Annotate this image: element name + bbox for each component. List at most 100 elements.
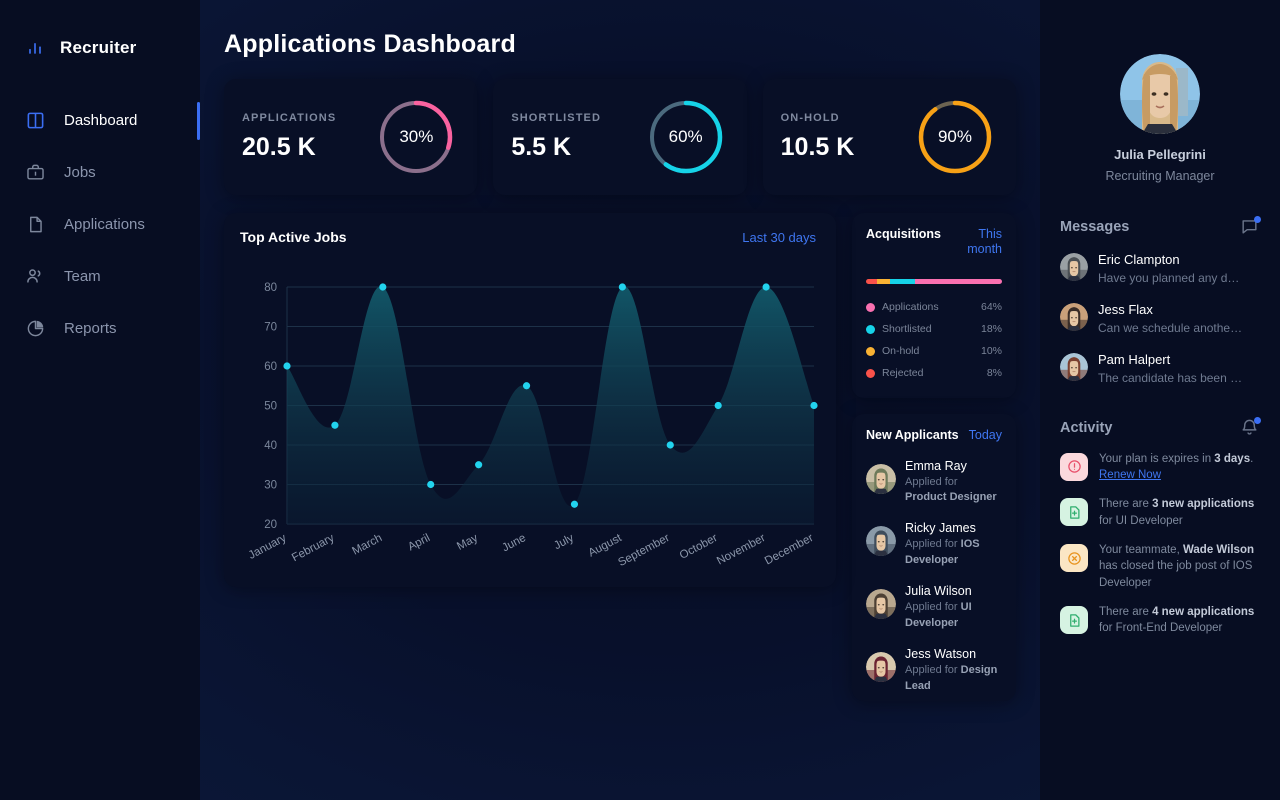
svg-text:September: September — [616, 532, 671, 569]
avatar[interactable] — [1120, 54, 1200, 134]
donut-chart-shortlisted: 60% — [647, 98, 725, 176]
chart-title: Top Active Jobs — [240, 229, 347, 245]
applicant-item[interactable]: Emma Ray Applied for Product Designer — [866, 458, 1002, 507]
svg-text:50: 50 — [264, 401, 277, 413]
activity-item: Your teammate, Wade Wilson has closed th… — [1060, 542, 1260, 591]
activity-text: There are 3 new applications for UI Deve… — [1099, 498, 1255, 527]
stat-card-shortlisted[interactable]: SHORTLISTED 5.5 K 60% — [493, 79, 747, 195]
applicant-item[interactable]: Ricky James Applied for IOS Developer — [866, 520, 1002, 569]
legend-dot — [866, 346, 875, 356]
message-item[interactable]: Jess Flax Can we schedule anothe… — [1060, 301, 1260, 337]
stat-label: ON-HOLD — [780, 112, 840, 124]
applicant-item[interactable]: Jess Watson Applied for Design Lead — [866, 646, 1002, 695]
applicant-role: Applied for Product Designer — [905, 475, 997, 504]
activity-text: Your teammate, Wade Wilson has closed th… — [1099, 544, 1254, 589]
new-applicants-range-selector[interactable]: Today — [969, 428, 1002, 443]
stat-text: APPLICATIONS 20.5 K — [242, 112, 336, 162]
applicant-text: Emma Ray Applied for Product Designer — [905, 458, 1002, 507]
legend-row: On-hold 10% — [866, 340, 1002, 362]
avatar-image — [866, 526, 896, 557]
bell-icon[interactable] — [1240, 416, 1261, 438]
avatar — [1060, 353, 1088, 382]
page-title: Applications Dashboard — [224, 30, 516, 58]
donut-percent-label: 90% — [937, 127, 972, 146]
avatar — [866, 651, 896, 682]
legend-value: 18% — [980, 323, 1002, 335]
message-preview: The candidate has been … — [1098, 371, 1243, 386]
main-content: Applications Dashboard APPLICATIONS 20.5… — [200, 0, 1040, 800]
area-chart-svg: 20 30 40 50 60 70 80 January February March April… — [247, 282, 818, 569]
avatar-image — [866, 463, 896, 494]
message-item[interactable]: Eric Clampton Have you planned any d… — [1060, 251, 1260, 287]
stat-text: ON-HOLD 10.5 K — [781, 112, 855, 162]
messages-badge — [1254, 216, 1261, 223]
chat-bubble-icon[interactable] — [1240, 216, 1261, 237]
applicant-text: Jess Watson Applied for Design Lead — [905, 646, 1002, 695]
sidebar-item-reports[interactable]: Reports — [0, 302, 200, 354]
applicant-role: Applied for IOS Developer — [905, 538, 980, 567]
chart-range-selector[interactable]: Last 30 days — [742, 230, 816, 245]
acquisitions-card: Acquisitions This month Applications 64% S… — [852, 213, 1016, 398]
stack-segment-1 — [876, 279, 891, 284]
svg-text:May: May — [455, 532, 480, 553]
avatar-image — [1060, 353, 1088, 382]
svg-text:November: November — [715, 532, 768, 568]
stat-card-applications[interactable]: APPLICATIONS 20.5 K 30% — [224, 79, 478, 195]
avatar-image — [1060, 303, 1088, 332]
profile-role: Recruiting Manager — [1105, 169, 1215, 183]
sidebar-item-team[interactable]: Team — [0, 250, 200, 302]
sidebar-item-label: Reports — [64, 319, 117, 337]
applicant-list: Emma Ray Applied for Product Designer Rick… — [866, 458, 1002, 695]
new-applicants-title: New Applicants — [866, 428, 959, 442]
svg-text:30: 30 — [264, 480, 277, 492]
activity-item: There are 3 new applications for UI Deve… — [1060, 496, 1260, 529]
sidebar-item-jobs[interactable]: Jobs — [0, 146, 200, 198]
avatar-image — [1120, 54, 1200, 134]
applicant-text: Julia Wilson Applied for UI Developer — [905, 583, 1002, 632]
layout-dashboard-icon — [24, 109, 46, 131]
sidebar-item-dashboard[interactable]: Dashboard — [0, 94, 200, 146]
active-indicator — [197, 102, 200, 140]
legend-dot — [866, 368, 875, 378]
sidebar-item-label: Jobs — [64, 163, 96, 181]
legend-label: Applications — [882, 301, 939, 313]
activity-badge — [1254, 416, 1261, 424]
messages-title: Messages — [1060, 219, 1130, 235]
activity-text: There are 4 new applications for Front-E… — [1099, 606, 1255, 635]
svg-text:December: December — [763, 532, 816, 568]
activity-item: There are 4 new applications for Front-E… — [1060, 604, 1260, 637]
legend-dot — [866, 302, 875, 312]
dashboard-root: Recruiter Dashboard Jobs Applications Te… — [0, 0, 1280, 800]
side-mini-column: Acquisitions This month Applications 64% S… — [852, 213, 1016, 701]
avatar-image — [1060, 253, 1088, 281]
message-sender: Pam Halpert — [1098, 352, 1171, 368]
stack-segment-2 — [890, 279, 915, 284]
users-icon — [24, 265, 46, 287]
stack-segment-0 — [866, 279, 877, 284]
activity-text: Your plan is expires in 3 days. Renew Now — [1099, 452, 1254, 482]
pie-chart-icon — [24, 317, 46, 339]
legend-label: Shortlisted — [882, 323, 932, 335]
donut-percent-label: 30% — [399, 127, 434, 146]
acquisitions-range-selector[interactable]: This month — [945, 227, 1002, 257]
applicant-text: Ricky James Applied for IOS Developer — [905, 520, 1002, 569]
applicant-role: Applied for Design Lead — [905, 663, 998, 692]
stat-card-on-hold[interactable]: ON-HOLD 10.5 K 90% — [762, 79, 1016, 195]
left-sidebar: Recruiter Dashboard Jobs Applications Te… — [0, 0, 200, 800]
legend-value: 8% — [986, 367, 1002, 379]
message-item[interactable]: Pam Halpert The candidate has been … — [1060, 351, 1260, 387]
avatar — [866, 463, 896, 494]
acquisitions-header: Acquisitions This month — [866, 227, 1002, 257]
new-applicants-header: New Applicants Today — [866, 428, 1002, 444]
applicant-item[interactable]: Julia Wilson Applied for UI Developer — [866, 583, 1002, 632]
legend-value: 64% — [980, 301, 1002, 313]
renew-now-link[interactable]: Renew Now — [1099, 469, 1161, 481]
svg-text:40: 40 — [264, 440, 277, 452]
sidebar-item-applications[interactable]: Applications — [0, 198, 200, 250]
close-circle-icon — [1060, 544, 1088, 573]
alert-circle-icon — [1060, 452, 1088, 481]
applicant-name: Ricky James — [905, 521, 976, 536]
applicant-role: Applied for UI Developer — [905, 601, 972, 629]
svg-text:March: March — [350, 532, 384, 558]
donut-percent-label: 60% — [668, 127, 703, 146]
